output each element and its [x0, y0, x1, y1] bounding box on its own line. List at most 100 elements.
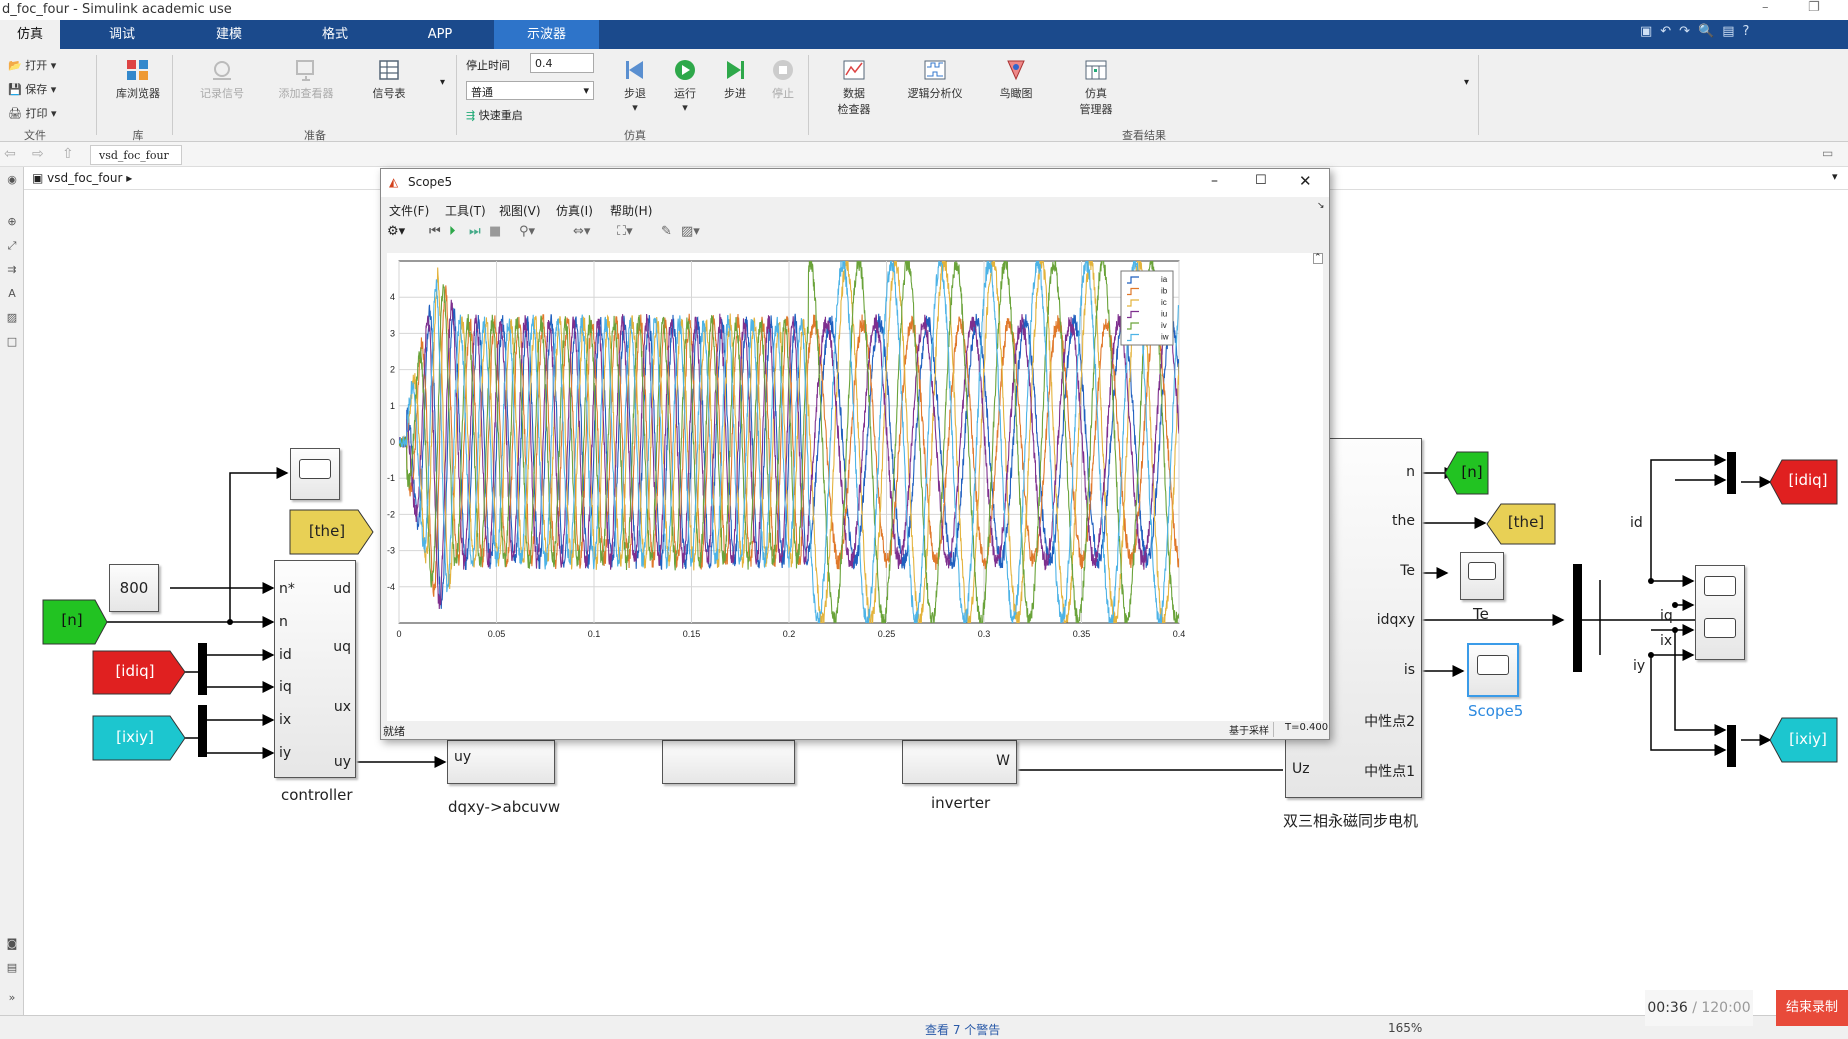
inverter-block[interactable]: W	[902, 740, 1017, 784]
controller-label: controller	[281, 786, 353, 804]
scope-menu-tools[interactable]: 工具(T)	[445, 202, 486, 219]
te-scope-block[interactable]	[1460, 552, 1504, 600]
quick-access-toolbar[interactable]: ▣↶↷🔍▤?	[1640, 24, 1840, 46]
add-viewer-button[interactable]: 添加查看器	[266, 59, 346, 101]
y-tick-label: -2	[387, 509, 395, 519]
minimize-icon[interactable]: –	[1762, 0, 1769, 15]
ribbon: 📂 打开 ▾ 💾 保存 ▾ 🖨 打印 ▾ 文件 库浏览器 库 记录信号 添加查看…	[0, 49, 1848, 142]
x-tick-label: 0.05	[488, 629, 506, 639]
save-button[interactable]: 💾 保存 ▾	[8, 81, 56, 97]
scope-status-sample: 基于采样	[1229, 722, 1274, 737]
scope-minimize-icon[interactable]: –	[1211, 173, 1218, 189]
motor-out-n: n	[1406, 464, 1415, 480]
back-icon[interactable]: ⇦	[4, 146, 16, 162]
legend-label-iu: iu	[1161, 310, 1167, 319]
annotation-icon[interactable]: A	[5, 287, 19, 301]
arrow-icon[interactable]: ⇉	[5, 263, 19, 277]
end-recording-button[interactable]: 结束录制	[1776, 990, 1848, 1026]
zoom-icon[interactable]: ⊕	[5, 215, 19, 229]
scope-run-icon[interactable]: ⏵	[449, 224, 456, 239]
scope-window[interactable]: ◭ Scope5 – ☐ ✕ 文件(F) 工具(T) 视图(V) 仿真(I) 帮…	[380, 168, 1330, 740]
controller-block[interactable]: n* n id iq ix iy ud uq ux uy	[274, 560, 356, 778]
restore-icon[interactable]: ❐	[1808, 0, 1820, 15]
pwm-block[interactable]	[662, 740, 795, 784]
log-signals-button[interactable]: 记录信号	[182, 59, 262, 101]
step-forward-icon	[727, 61, 744, 79]
scope-stop-icon[interactable]: ■	[489, 224, 501, 239]
library-browser-button[interactable]: 库浏览器	[108, 59, 168, 101]
goto-n-right[interactable]: [n]	[1455, 463, 1489, 481]
data-inspector-button[interactable]: 数据 检查器	[826, 59, 882, 117]
scope-axes-toggle-icon[interactable]: ⌃	[1313, 253, 1323, 264]
up-icon[interactable]: ⇧	[62, 146, 74, 162]
scope-menu-pin-icon[interactable]: ↘	[1317, 201, 1325, 211]
scope-maximize-icon[interactable]: ☐	[1255, 173, 1267, 188]
scope-toolbar: ⚙▾ ⏮ ⏵ ⏭ ■ ⚲▾ ⇔▾ ⛶▾ ✎ ▨▾	[385, 221, 1325, 247]
tab-debug[interactable]: 调试	[92, 20, 152, 49]
scope-settings-icon[interactable]: ⚙▾	[387, 224, 405, 239]
hide-explorer-icon[interactable]: ◉	[5, 173, 19, 187]
ribbon-expand-icon[interactable]: ▾	[1464, 77, 1469, 88]
prepare-more-icon[interactable]: ▾	[440, 77, 445, 88]
tab-app[interactable]: APP	[410, 20, 470, 49]
tab-simulation[interactable]: 仿真	[0, 20, 60, 49]
expand-icon[interactable]: »	[5, 991, 19, 1005]
stop-time-input[interactable]: 0.4	[530, 53, 594, 73]
tab-format[interactable]: 格式	[305, 20, 365, 49]
warnings-link[interactable]: 查看 7 个警告	[925, 1021, 1000, 1038]
tab-scope[interactable]: 示波器	[494, 20, 599, 49]
fit-view-icon[interactable]: ⤢	[5, 239, 19, 253]
signal-table-button[interactable]: 信号表	[352, 59, 426, 101]
breadcrumb-model[interactable]: ▣ vsd_foc_four ▸	[32, 171, 132, 185]
breadcrumb-dropdown-icon[interactable]: ▾	[1832, 170, 1838, 183]
scope-measure-icon[interactable]: ▨▾	[681, 224, 700, 239]
scope5-block[interactable]	[1467, 643, 1519, 697]
open-button[interactable]: 📂 打开 ▾	[8, 57, 56, 73]
fast-restart-toggle[interactable]: ⇶ 快速重启	[466, 107, 523, 123]
scope-menu-simulation[interactable]: 仿真(I)	[556, 202, 593, 219]
display-scope-block[interactable]	[290, 448, 340, 500]
scope-titlebar[interactable]: ◭ Scope5 – ☐ ✕	[381, 169, 1329, 197]
scope-menu-help[interactable]: 帮助(H)	[610, 202, 652, 219]
matlab-icon: ◭	[389, 175, 399, 189]
scope-zoom-icon[interactable]: ⛶▾	[617, 224, 633, 239]
logic-analyzer-button[interactable]: 逻辑分析仪	[900, 59, 970, 101]
goto-idiq-left[interactable]: [idiq]	[95, 662, 175, 680]
controller-out-uq: uq	[333, 639, 351, 655]
goto-the-right[interactable]: [the]	[1495, 513, 1557, 531]
camera-icon[interactable]: ◙	[5, 937, 19, 951]
scope-status-ready: 就绪	[383, 725, 405, 738]
dqxy-abcuvw-block[interactable]: uy	[447, 740, 555, 784]
scope-step-icon[interactable]: ⏭	[469, 224, 481, 239]
scope-highlight-icon[interactable]: ⚲▾	[519, 224, 535, 239]
goto-the-left[interactable]: [the]	[287, 522, 367, 540]
model-tab[interactable]: vsd_foc_four	[90, 145, 182, 165]
stop-button[interactable]: 停止	[760, 59, 806, 101]
forward-icon[interactable]: ⇨	[32, 146, 44, 162]
goto-n-left[interactable]: [n]	[47, 611, 97, 629]
image-icon[interactable]: ▨	[5, 311, 19, 325]
step-back-button[interactable]: 步退 ▾	[612, 59, 658, 114]
step-forward-button[interactable]: 步进	[712, 59, 758, 101]
tab-modeling[interactable]: 建模	[199, 20, 259, 49]
sim-manager-button[interactable]: 仿真 管理器	[1066, 59, 1126, 117]
scope-stepback-icon[interactable]: ⏮	[429, 224, 441, 239]
layout-icon[interactable]: ▭	[1822, 146, 1833, 160]
goto-ixiy-left[interactable]: [ixiy]	[95, 728, 175, 746]
goto-idiq-right[interactable]: [idiq]	[1777, 471, 1839, 489]
area-icon[interactable]: □	[5, 335, 19, 349]
scope-menu-file[interactable]: 文件(F)	[389, 202, 429, 219]
scope-close-icon[interactable]: ✕	[1299, 172, 1312, 190]
birds-eye-button[interactable]: 鸟瞰图	[988, 59, 1044, 101]
constant-block[interactable]: 800	[109, 564, 159, 612]
scope-plot-area[interactable]: 0 0.05 0.1 0.15 0.2 0.25 0.3 0.35 0.4 4 3 2 1 0 -1 -2 -3…	[387, 253, 1323, 721]
goto-ixiy-right[interactable]: [ixiy]	[1777, 730, 1839, 748]
property-icon[interactable]: ▤	[5, 961, 19, 975]
scope-menu-view[interactable]: 视图(V)	[499, 202, 541, 219]
sim-mode-select[interactable]: 普通 ▾	[466, 81, 594, 100]
print-button[interactable]: 🖨 打印 ▾	[8, 105, 57, 121]
current-scope-block[interactable]	[1695, 565, 1745, 660]
scope-style-icon[interactable]: ✎	[661, 224, 672, 239]
scope-cursor-icon[interactable]: ⇔▾	[573, 224, 590, 239]
run-button[interactable]: 运行 ▾	[662, 59, 708, 114]
